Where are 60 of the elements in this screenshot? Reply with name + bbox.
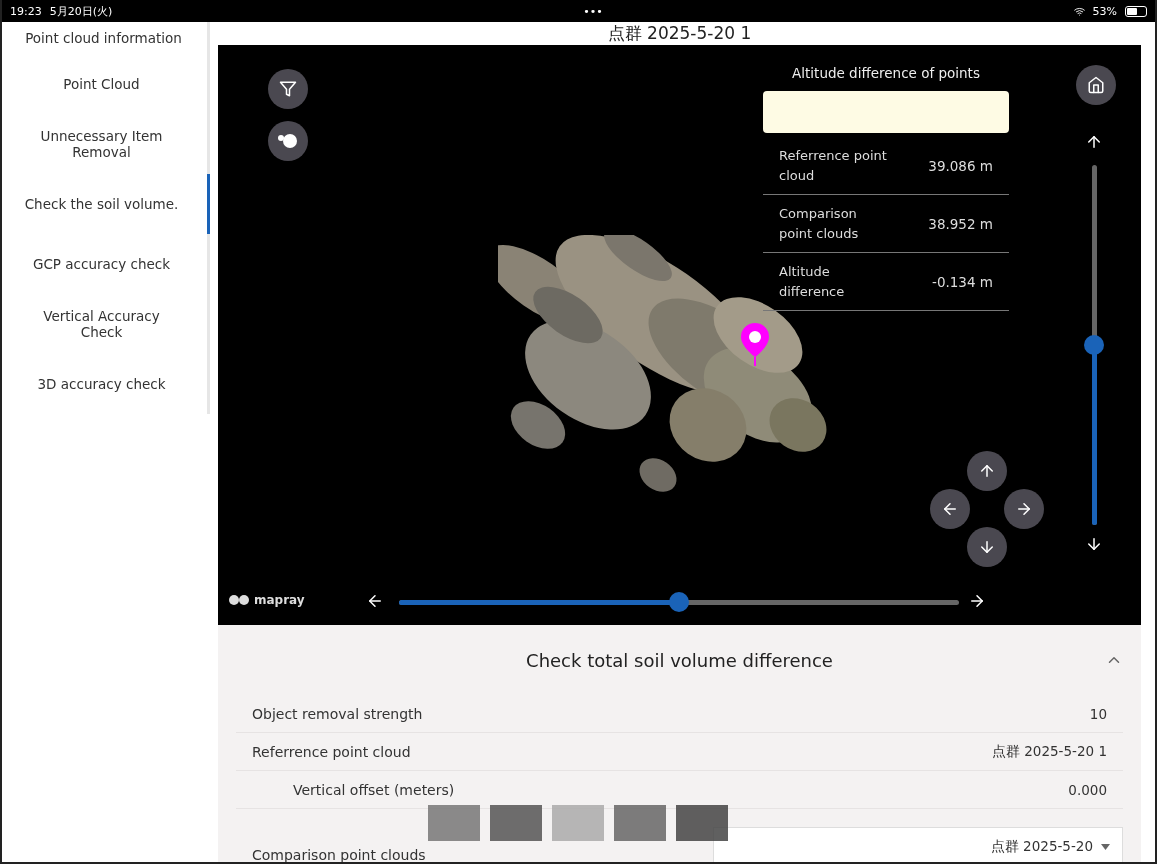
point-cloud-select[interactable]: 点群 2025-5-20: [713, 827, 1123, 862]
app-thumbnail-placeholder[interactable]: [428, 805, 480, 841]
arrow-left-icon[interactable]: [366, 592, 384, 610]
setting-label: Object removal strength: [251, 705, 423, 722]
arrow-down-icon[interactable]: [1085, 535, 1103, 553]
horizontal-slider-thumb[interactable]: [669, 592, 689, 612]
app-thumbnail-placeholder[interactable]: [614, 805, 666, 841]
battery-percent: 53%: [1092, 4, 1117, 18]
sidebar-item[interactable]: 3D accuracy check: [2, 354, 210, 414]
multitask-dots[interactable]: •••: [583, 4, 603, 18]
wifi-icon: [1073, 5, 1085, 17]
point-size-button[interactable]: [268, 121, 308, 161]
arrow-left-icon: [941, 500, 959, 518]
sidebar-item[interactable]: Vertical Accuracy Check: [2, 294, 210, 354]
info-label: Referrence point cloud: [779, 147, 888, 185]
pan-up-button[interactable]: [967, 451, 1007, 491]
arrow-up-icon: [978, 462, 996, 480]
status-date: 5月20日(火): [49, 3, 113, 19]
page-title: 点群 2025-5-20 1: [606, 22, 753, 45]
sidebar-item[interactable]: Unnecessary Item Removal: [2, 114, 210, 174]
setting-label: Comparison point clouds: [251, 847, 426, 862]
caret-icon: [1101, 844, 1110, 850]
info-label: Altitude difference: [779, 263, 846, 301]
status-time: 19:23: [10, 4, 42, 18]
setting-value: 10: [1089, 705, 1108, 722]
battery-icon: [1125, 5, 1147, 17]
setting-value: 点群 2025-5-20 1: [991, 742, 1108, 761]
logo-text: mapray: [254, 593, 305, 607]
pan-right-button[interactable]: [1004, 489, 1044, 529]
dots-icon: [277, 133, 299, 149]
info-value: 38.952 m: [928, 215, 993, 232]
arrow-down-icon: [978, 538, 996, 556]
sidebar-item[interactable]: GCP accuracy check: [2, 234, 210, 294]
info-value: -0.134 m: [932, 273, 993, 290]
app-thumbnail-placeholder[interactable]: [552, 805, 604, 841]
info-value: 39.086 m: [928, 157, 993, 174]
info-panel-title: Altitude difference of points: [791, 65, 981, 83]
setting-label: Referrence point cloud: [251, 743, 411, 760]
sidebar-item[interactable]: Check the soil volume.: [2, 174, 210, 234]
pan-down-button[interactable]: [967, 527, 1007, 567]
vertical-slider-thumb[interactable]: [1084, 335, 1104, 355]
sidebar-item[interactable]: Point cloud information: [2, 22, 210, 54]
setting-label: Vertical offset (meters): [292, 781, 455, 798]
filter-icon: [279, 80, 297, 98]
sidebar-item[interactable]: Point Cloud: [2, 54, 210, 114]
location-pin-icon: [739, 321, 771, 367]
arrow-up-icon[interactable]: [1085, 133, 1103, 151]
filter-button[interactable]: [268, 69, 308, 109]
home-button[interactable]: [1076, 65, 1116, 105]
logo-icon: [228, 594, 250, 606]
section-title: Check total soil volume difference: [526, 649, 833, 671]
home-icon: [1087, 76, 1105, 94]
app-thumbnail-placeholder[interactable]: [676, 805, 728, 841]
arrow-right-icon: [1015, 500, 1033, 518]
arrow-right-icon[interactable]: [968, 592, 986, 610]
info-label: Comparison point clouds: [779, 205, 860, 243]
pan-left-button[interactable]: [930, 489, 970, 529]
setting-value: 0.000: [1068, 781, 1108, 798]
app-thumbnail-placeholder[interactable]: [490, 805, 542, 841]
map-viewer[interactable]: Altitude difference of points Referrence point cloud 39.086 m Comparison point clouds 38.952 m Altitude difference -0.134 m mapray: [218, 45, 1141, 625]
